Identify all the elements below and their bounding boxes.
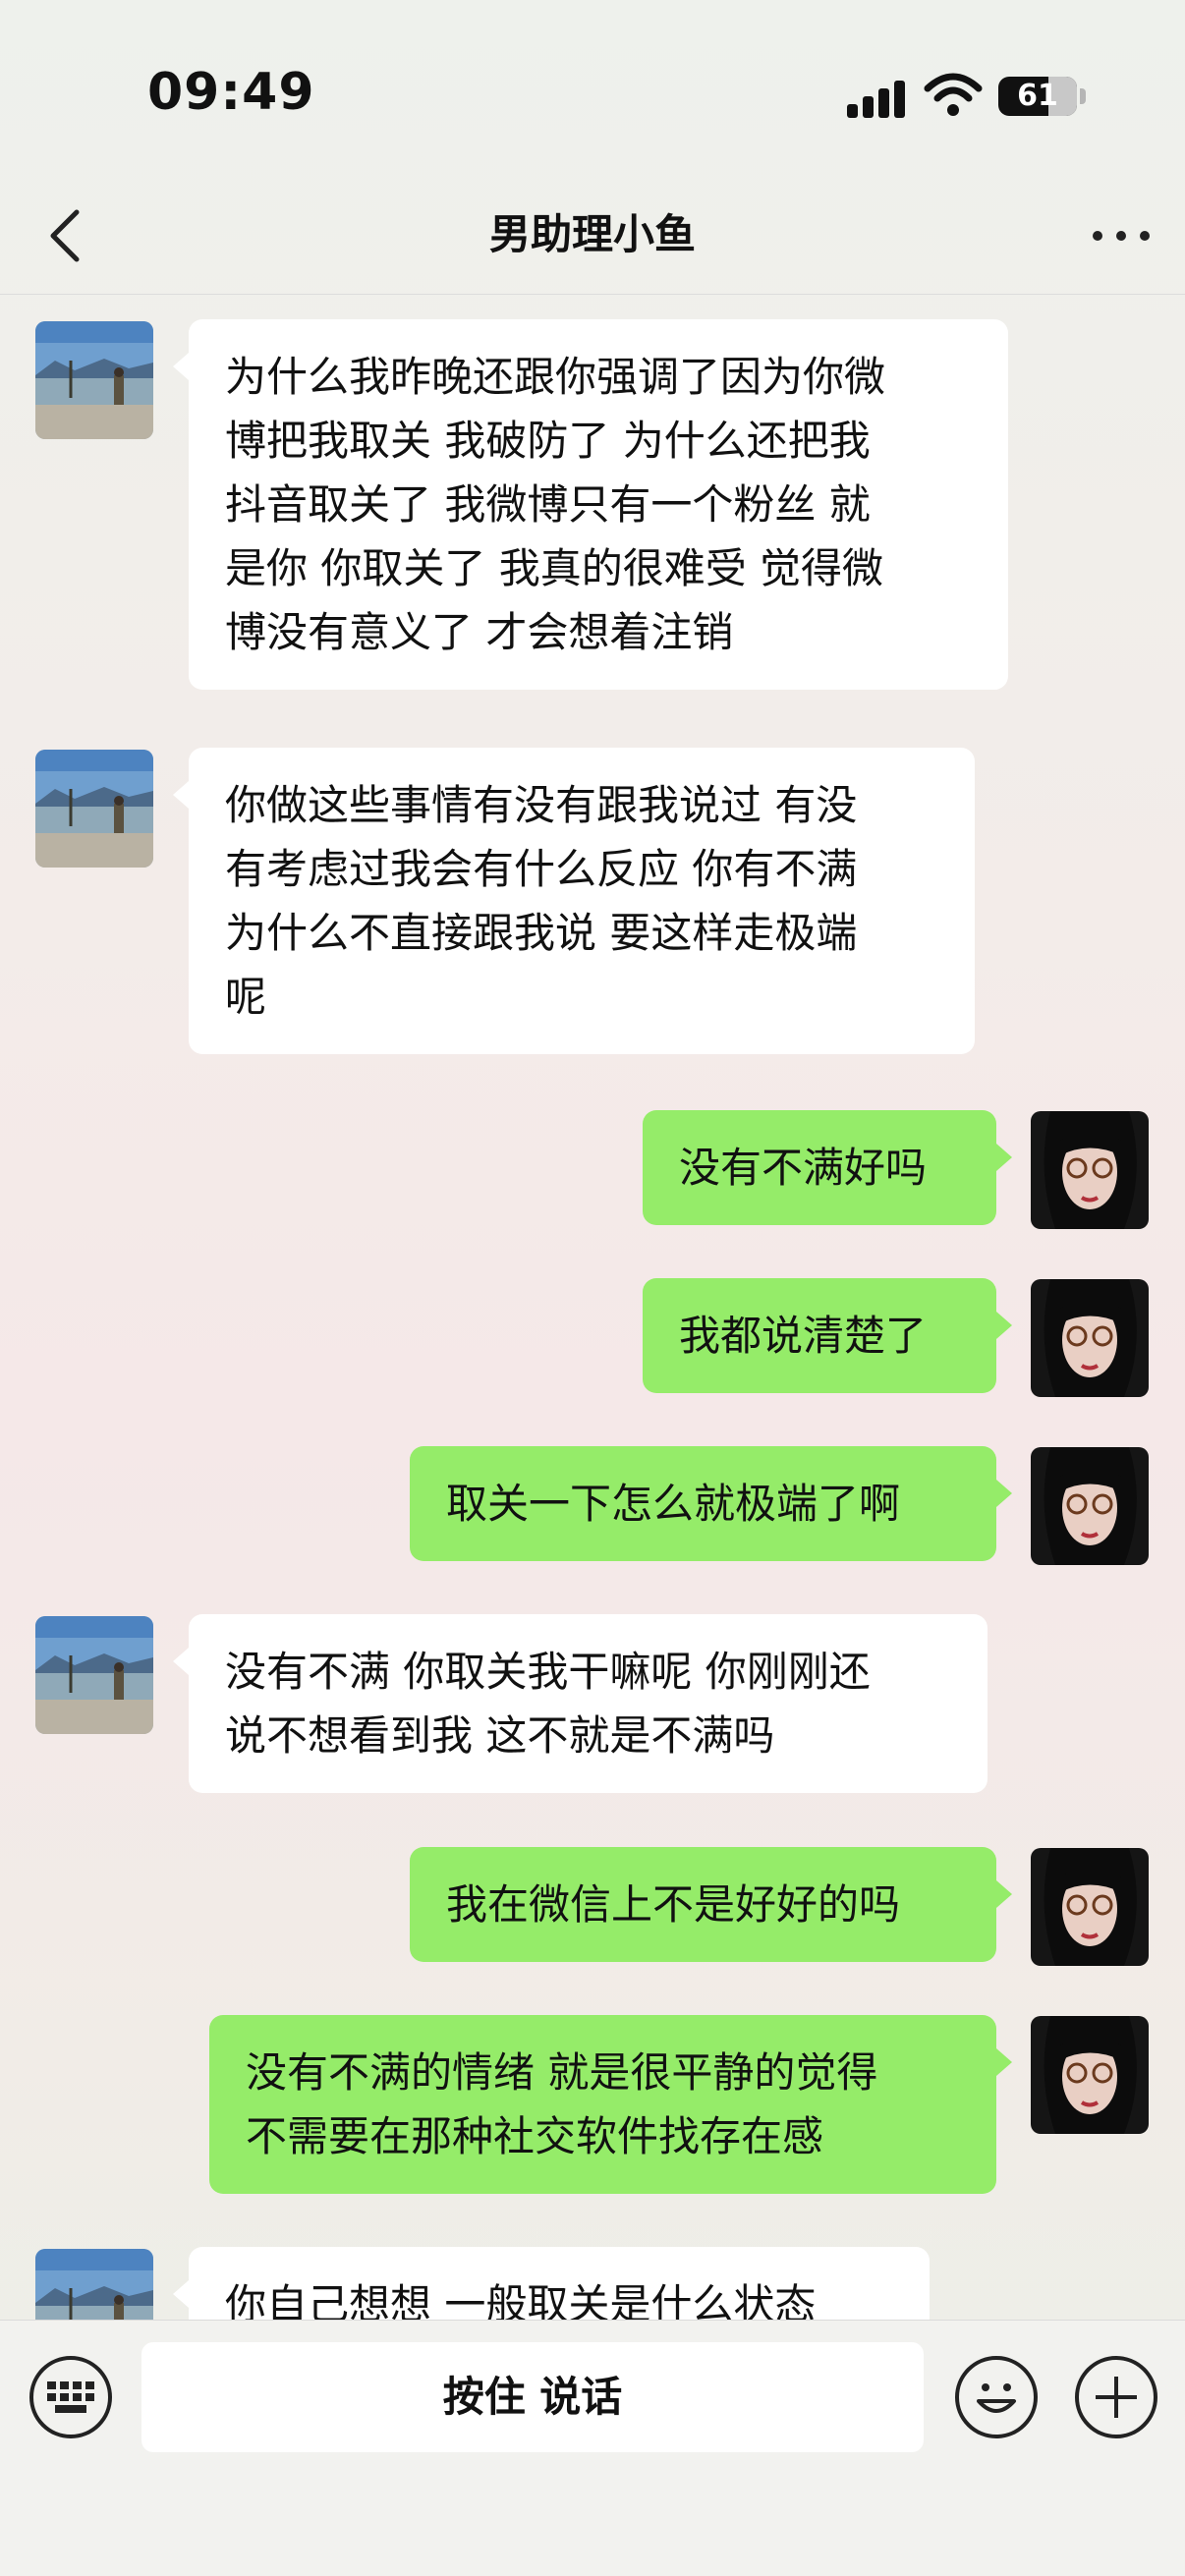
message-bubble-sent[interactable]: 我在微信上不是好好的吗 (410, 1847, 1012, 1962)
keyboard-icon (47, 2381, 94, 2413)
status-time: 09:49 (147, 63, 315, 122)
signal-icon (847, 79, 906, 118)
battery-level: 61 (1017, 79, 1058, 113)
message-bubble-sent[interactable]: 我都说清楚了 (643, 1278, 1012, 1393)
self-avatar[interactable] (1031, 2016, 1149, 2134)
chat-title: 男助理小鱼 (488, 210, 696, 258)
self-avatar[interactable] (1031, 1111, 1149, 1229)
battery-icon: 61 (998, 77, 1077, 116)
message-bubble-sent[interactable]: 取关一下怎么就极端了啊 (410, 1446, 1012, 1561)
contact-avatar[interactable] (35, 2249, 153, 2320)
status-bar: 09:49 61 (0, 0, 1185, 177)
contact-avatar[interactable] (35, 1616, 153, 1734)
keyboard-button[interactable] (29, 2356, 112, 2438)
message-bubble-sent[interactable]: 没有不满的情绪 就是很平静的觉得 不需要在那种社交软件找存在感 (209, 2015, 1012, 2194)
chat-header: 男助理小鱼 (0, 177, 1185, 295)
self-avatar[interactable] (1031, 1447, 1149, 1565)
emoji-icon (977, 2383, 1016, 2413)
message-bubble-received[interactable]: 你做这些事情有没有跟我说过 有没 有考虑过我会有什么反应 你有不满 为什么不直接… (173, 748, 975, 1054)
message-bubble-sent[interactable]: 没有不满好吗 (643, 1110, 1012, 1225)
self-avatar[interactable] (1031, 1848, 1149, 1966)
self-avatar[interactable] (1031, 1279, 1149, 1397)
emoji-button[interactable] (955, 2356, 1038, 2438)
wifi-icon (924, 73, 983, 116)
hold-to-talk-button[interactable]: 按住 说话 (141, 2342, 924, 2452)
more-button[interactable] (1087, 206, 1156, 265)
contact-avatar[interactable] (35, 750, 153, 868)
input-bar: 按住 说话 (0, 2320, 1185, 2576)
message-bubble-received[interactable]: 为什么我昨晚还跟你强调了因为你微 博把我取关 我破防了 为什么还把我 抖音取关了… (173, 319, 1008, 690)
plus-button[interactable] (1075, 2356, 1157, 2438)
battery-cap (1080, 88, 1086, 104)
message-bubble-received[interactable]: 你自己想想 一般取关是什么状态 (173, 2247, 930, 2320)
plus-icon-vertical (1114, 2377, 1118, 2418)
message-bubble-received[interactable]: 没有不满 你取关我干嘛呢 你刚刚还 说不想看到我 这不就是不满吗 (173, 1614, 988, 1793)
contact-avatar[interactable] (35, 321, 153, 439)
message-list[interactable]: 为什么我昨晚还跟你强调了因为你微 博把我取关 我破防了 为什么还把我 抖音取关了… (0, 296, 1185, 2320)
